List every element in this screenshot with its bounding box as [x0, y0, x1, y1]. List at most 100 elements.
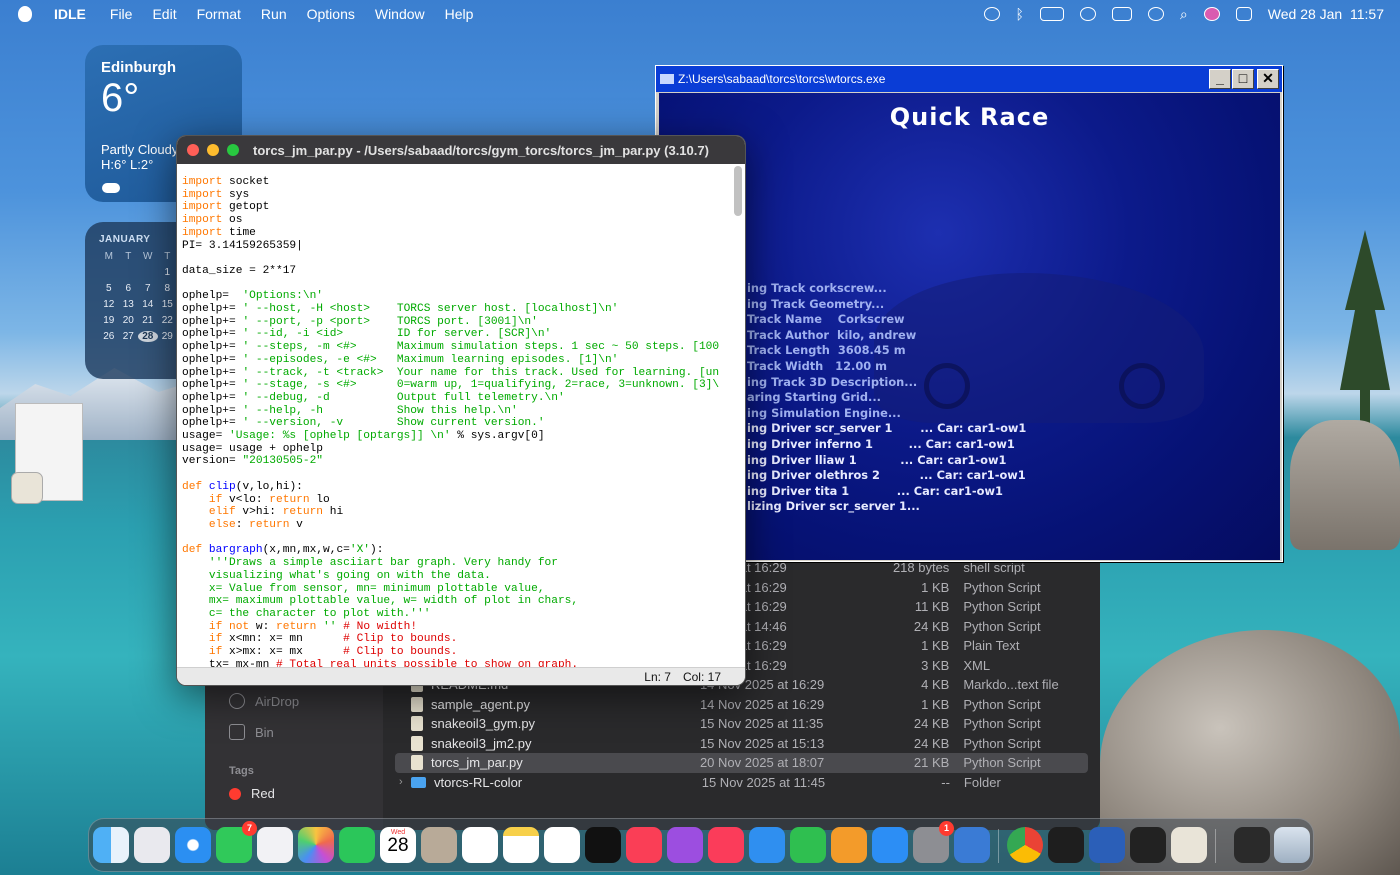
menu-edit[interactable]: Edit — [152, 6, 176, 22]
launchpad-dock-icon[interactable] — [134, 827, 170, 863]
file-date: 20 Nov 2025 at 18:07 — [699, 755, 825, 771]
torcs-log-line: ing Track Geometry... — [747, 296, 885, 311]
apple-tv-dock-icon[interactable] — [585, 827, 621, 863]
screen-mirroring-icon[interactable] — [1111, 7, 1132, 21]
editor-titlebar[interactable]: torcs_jm_par.py - /Users/sabaad/torcs/gy… — [177, 136, 745, 164]
maps-dock-icon[interactable] — [257, 827, 293, 863]
editor-scrollbar[interactable] — [734, 166, 742, 216]
word-dock-icon[interactable] — [1089, 827, 1125, 863]
battery-icon[interactable] — [1039, 7, 1064, 21]
file-icon — [411, 696, 423, 712]
search-icon[interactable]: ⌕ — [1180, 6, 1188, 23]
torcs-titlebar[interactable]: Z:\Users\sabaad\torcs\torcs\wtorcs.exe — [656, 66, 1282, 92]
file-row[interactable]: snakeoil3_jm2.py 15 Nov 2025 at 15:13 24 K… — [395, 734, 1088, 754]
menu-options[interactable]: Options — [307, 6, 355, 22]
news-dock-icon[interactable] — [708, 827, 744, 863]
settings-badge: 1 — [939, 821, 954, 836]
python-launcher-icon[interactable] — [11, 472, 43, 504]
trash-dock-icon[interactable] — [1274, 827, 1310, 863]
dock-separator — [1215, 829, 1216, 863]
finder-dock-icon[interactable] — [93, 827, 129, 863]
menu-format[interactable]: Format — [197, 6, 241, 22]
iphone-mirroring-dock-icon[interactable] — [954, 827, 990, 863]
file-size: 24 KB — [913, 618, 950, 634]
photos-dock-icon[interactable] — [298, 827, 334, 863]
menu-file[interactable]: File — [110, 6, 133, 22]
torcs-game-screen[interactable]: Quick Race ing Track corkscrew... ing Tra… — [659, 93, 1280, 560]
maximize-button[interactable]: □ — [1232, 69, 1254, 89]
calendar-day: 27 — [122, 331, 134, 342]
clock[interactable]: Wed 28 Jan 11:57 — [1268, 6, 1384, 22]
code-editor[interactable]: import socket import sys import getopt i… — [182, 176, 730, 671]
pages-dock-icon[interactable] — [831, 827, 867, 863]
file-date: 14 Nov 2025 at 16:29 — [699, 696, 825, 712]
file-row[interactable]: sample_agent.py 14 Nov 2025 at 16:29 1 KB P… — [395, 695, 1088, 715]
minimized-window-dock-icon[interactable] — [1234, 827, 1270, 863]
system-settings-dock-icon[interactable]: 1 — [913, 821, 954, 863]
calendar-dock-icon[interactable]: Wed 28 — [380, 827, 416, 863]
menu-run[interactable]: Run — [261, 6, 287, 22]
facetime-dock-icon[interactable] — [339, 827, 375, 863]
keynote-dock-icon[interactable] — [749, 827, 785, 863]
file-kind: Python Script — [963, 696, 1041, 712]
status-line: Ln: 7 — [644, 669, 671, 684]
torcs-log-line: Track Author kilo, andrew — [747, 327, 917, 342]
menu-window[interactable]: Window — [375, 6, 425, 22]
freeform-dock-icon[interactable] — [544, 827, 580, 863]
python-launcher-dock-icon[interactable] — [1171, 827, 1207, 863]
terminal-dock-icon[interactable] — [1048, 827, 1084, 863]
file-row[interactable]: › vtorcs-RL-color 15 Nov 2025 at 11:45 -- Fo… — [395, 773, 1088, 793]
reminders-dock-icon[interactable] — [462, 827, 498, 863]
file-kind: Python Script — [963, 618, 1041, 634]
file-row[interactable]: snakeoil3_gym.py 15 Nov 2025 at 11:35 24 K… — [395, 714, 1088, 734]
user-icon[interactable] — [1079, 7, 1096, 21]
background-rock — [1290, 420, 1400, 550]
torcs-window-title: Z:\Users\sabaad\torcs\torcs\wtorcs.exe — [678, 72, 886, 86]
file-size: 1 KB — [921, 579, 950, 595]
messages-dock-icon[interactable]: 7 — [216, 821, 257, 863]
headphones-icon[interactable] — [1147, 7, 1164, 21]
sidebar-item-tag-red[interactable]: Red — [229, 786, 275, 801]
safari-dock-icon[interactable] — [175, 827, 211, 863]
file-size: 4 KB — [921, 677, 950, 693]
siri-icon[interactable] — [1203, 7, 1220, 21]
file-size: 24 KB — [913, 735, 950, 751]
file-kind: Python Script — [963, 599, 1041, 615]
calendar-day: 13 — [122, 299, 134, 310]
contacts-dock-icon[interactable] — [421, 827, 457, 863]
podcasts-dock-icon[interactable] — [667, 827, 703, 863]
close-window-button[interactable] — [187, 144, 199, 156]
file-size: 3 KB — [921, 657, 950, 673]
apple-menu-icon[interactable] — [18, 6, 32, 22]
file-name: snakeoil3_gym.py — [431, 716, 536, 732]
close-button[interactable]: ✕ — [1257, 69, 1279, 89]
minimize-button[interactable]: _ — [1209, 69, 1231, 89]
file-icon — [411, 735, 423, 751]
chrome-dock-icon[interactable] — [1007, 827, 1043, 863]
red-tag-icon — [229, 787, 241, 800]
desktop-document-icon[interactable] — [11, 403, 83, 504]
torcs-log-line: ing Simulation Engine... — [747, 405, 901, 420]
file-size: 1 KB — [921, 638, 950, 654]
play-status-icon[interactable] — [983, 7, 1000, 21]
app-store-dock-icon[interactable] — [872, 827, 908, 863]
file-row[interactable]: torcs_jm_par.py 20 Nov 2025 at 18:07 21 KB… — [395, 753, 1088, 773]
control-center-icon[interactable] — [1235, 7, 1252, 21]
torcs-log-line: ing Driver lliaw 1 ... Car: car1-ow1 — [747, 452, 1007, 467]
bluetooth-icon[interactable]: ᛒ — [1016, 6, 1024, 22]
music-dock-icon[interactable] — [626, 827, 662, 863]
disclosure-chevron-icon[interactable]: › — [399, 776, 403, 788]
calendar-day: 21 — [142, 315, 154, 326]
weather-city: Edinburgh — [101, 59, 176, 76]
sidebar-item-bin[interactable]: Bin — [229, 724, 274, 740]
minimize-window-button[interactable] — [207, 144, 219, 156]
zoom-window-button[interactable] — [227, 144, 239, 156]
exec-dock-icon[interactable] — [1130, 827, 1166, 863]
calendar-weekday: T — [164, 251, 171, 262]
menu-help[interactable]: Help — [445, 6, 474, 22]
sidebar-item-airdrop[interactable]: AirDrop — [229, 693, 299, 709]
torcs-log-line: ing Driver scr_server 1 ... Car: car1-ow… — [747, 421, 1027, 436]
app-menu[interactable]: IDLE — [54, 6, 86, 22]
numbers-dock-icon[interactable] — [790, 827, 826, 863]
notes-dock-icon[interactable] — [503, 827, 539, 863]
